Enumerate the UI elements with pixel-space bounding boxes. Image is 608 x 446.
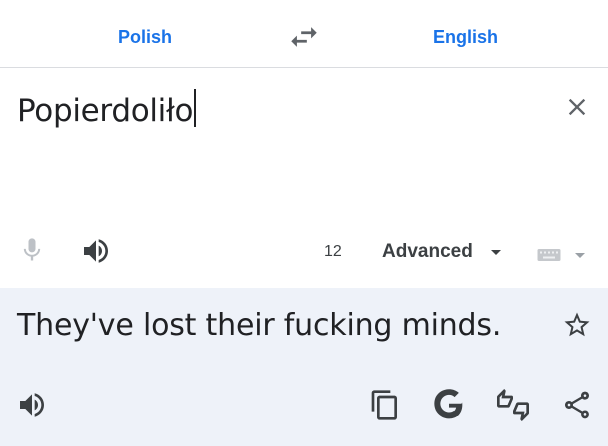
chevron-down-icon: [490, 249, 501, 255]
target-language-button[interactable]: English: [433, 22, 498, 52]
share-icon: [565, 391, 589, 419]
clear-text-button[interactable]: [563, 93, 591, 121]
save-translation-button[interactable]: [562, 310, 592, 340]
keyboard-input-button[interactable]: [537, 245, 585, 265]
google-search-button[interactable]: [433, 389, 465, 421]
thumbs-up-down-icon: [497, 389, 529, 421]
speaker-icon: [20, 393, 44, 417]
listen-translation-button[interactable]: [16, 389, 48, 421]
close-icon: [568, 98, 586, 116]
translation-mode-select[interactable]: Advanced: [382, 239, 501, 265]
google-g-icon: [434, 389, 463, 419]
text-cursor: [194, 89, 197, 127]
character-count: 12: [324, 243, 342, 260]
share-translation-button[interactable]: [561, 389, 593, 421]
translation-text: They've lost their fucking minds.: [17, 308, 502, 343]
rate-translation-button[interactable]: [497, 389, 529, 421]
language-bar: Polish English: [0, 0, 608, 68]
chevron-down-icon: [575, 252, 585, 258]
source-panel: Popierdoliło 12 Advanced: [0, 69, 608, 288]
result-panel: They've lost their fucking minds.: [0, 288, 608, 446]
swap-arrows-icon: [291, 27, 317, 47]
speaker-icon: [84, 239, 108, 263]
translation-mode-label: Advanced: [382, 241, 473, 262]
listen-source-button[interactable]: [80, 235, 112, 267]
keyboard-icon: [537, 249, 561, 261]
copy-icon: [371, 390, 397, 420]
star-icon: [564, 312, 590, 337]
source-language-button[interactable]: Polish: [118, 22, 172, 52]
source-text-input[interactable]: Popierdoliło: [17, 89, 197, 131]
swap-languages-button[interactable]: [287, 20, 321, 54]
copy-translation-button[interactable]: [369, 389, 401, 421]
source-text: Popierdoliło: [17, 93, 194, 129]
microphone-icon: [23, 238, 41, 261]
voice-input-button[interactable]: [18, 234, 46, 266]
